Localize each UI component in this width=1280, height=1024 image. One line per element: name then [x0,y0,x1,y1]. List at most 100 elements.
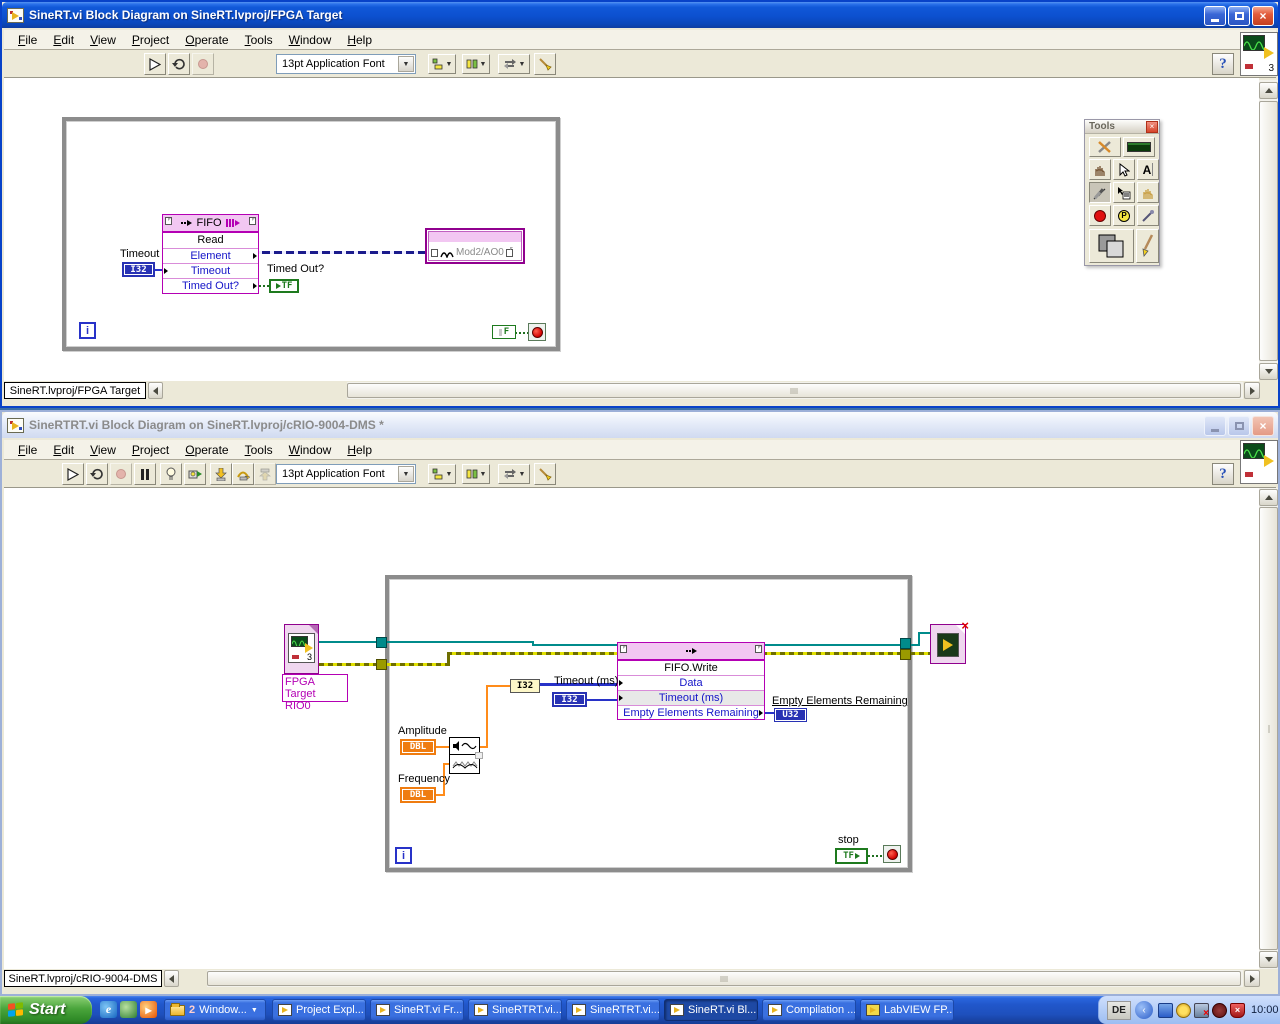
close-button[interactable]: × [1252,416,1274,436]
context-scroll-left-button[interactable] [148,382,163,399]
menu-operate[interactable]: Operate [177,441,236,459]
tray-gear-icon[interactable] [1176,1002,1191,1018]
open-fpga-vi-reference-node[interactable]: 3 [284,624,319,674]
menu-file[interactable]: File [10,441,45,459]
taskbar-button-sinertrt-1[interactable]: SineRTRT.vi... [468,999,562,1021]
distribute-objects-dropdown[interactable]: ▼ [462,54,490,74]
menu-project[interactable]: Project [124,441,177,459]
position-select-tool[interactable] [1113,159,1135,180]
timeout-control-label[interactable]: Timeout (ms) [554,675,618,687]
stop-control-terminal[interactable]: TF [835,848,868,864]
retain-wire-values-button[interactable] [184,463,206,485]
false-constant[interactable]: F [492,325,516,339]
scroll-up-button[interactable] [1259,82,1278,99]
to-i32-conversion-node[interactable]: I32 [510,679,540,693]
internet-explorer-icon[interactable]: e [100,1001,117,1018]
taskbar-button-sinert-front[interactable]: SineRT.vi Fr... [370,999,464,1021]
wire-stop-condition[interactable] [868,855,884,857]
distribute-objects-dropdown[interactable]: ▼ [462,464,490,484]
step-into-button[interactable] [210,463,232,485]
scroll-right-button[interactable] [1244,970,1260,987]
run-button[interactable] [62,463,84,485]
loop-tunnel-error[interactable] [376,659,387,670]
highlight-execution-button[interactable] [160,463,182,485]
iteration-terminal[interactable]: i [79,322,96,339]
start-button[interactable]: Start [0,996,92,1024]
timeout-control-label[interactable]: Timeout [120,248,159,260]
wire-fpga-reference[interactable] [918,632,920,646]
connect-wire-tool[interactable] [1089,182,1111,203]
frequency-control-terminal[interactable]: DBL [400,787,436,803]
abort-button[interactable] [192,53,214,75]
fpga-target-label[interactable]: FPGA Target RIO0 [282,674,348,712]
messenger-icon[interactable] [120,1001,137,1018]
language-indicator[interactable]: DE [1107,1000,1131,1020]
context-scroll-left-button[interactable] [164,970,179,987]
tray-security-shield-icon[interactable]: × [1230,1002,1245,1018]
wire-amplitude[interactable] [436,746,449,748]
paintbrush-tool[interactable] [1136,229,1159,263]
menu-window[interactable]: Window [281,441,340,459]
operate-value-tool[interactable] [1089,159,1111,180]
auto-tool-led-indicator[interactable] [1123,137,1155,157]
minimize-button[interactable] [1204,416,1226,436]
timeout-control-terminal[interactable]: I32 [122,262,155,277]
fifo-row-element[interactable]: Element [163,248,258,263]
fifo-write-invoke-node[interactable]: FIFO.Write Data Timeout (ms) Empty Eleme… [617,642,765,720]
menu-tools[interactable]: Tools [237,31,281,49]
taskbar-clock[interactable]: 10:00 [1251,1004,1279,1016]
fifo-row-read[interactable]: Read [163,232,258,248]
menu-project[interactable]: Project [124,31,177,49]
taskbar-button-compilation[interactable]: Compilation ... [762,999,856,1021]
invoke-row-empty-elements[interactable]: Empty Elements Remaining [618,705,764,720]
scroll-down-button[interactable] [1259,363,1278,380]
run-button[interactable] [144,53,166,75]
fpga-titlebar[interactable]: SineRT.vi Block Diagram on SineRT.lvproj… [2,2,1278,28]
timed-out-indicator-label[interactable]: Timed Out? [267,263,324,275]
invoke-row-title[interactable]: FIFO.Write [618,660,764,675]
maximize-button[interactable] [1228,416,1250,436]
sine-wave-generator-node[interactable] [449,737,483,774]
target-context-tab[interactable]: SineRT.lvproj/cRIO-9004-DMS [4,970,162,987]
font-selector[interactable]: 13pt Application Font ▼ [276,464,416,484]
menu-edit[interactable]: Edit [45,31,82,49]
shortcut-menu-tool[interactable] [1113,182,1135,203]
loop-tunnel-reference[interactable] [900,638,911,649]
menu-help[interactable]: Help [339,31,380,49]
breakpoint-tool[interactable] [1089,205,1111,226]
while-loop[interactable] [385,575,912,872]
rt-titlebar[interactable]: SineRTRT.vi Block Diagram on SineRT.lvpr… [2,412,1278,438]
pause-button[interactable] [134,463,156,485]
wire-error-cluster[interactable] [910,652,932,655]
menu-window[interactable]: Window [281,31,340,49]
amplitude-control-label[interactable]: Amplitude [398,725,447,737]
tray-blocked-icon[interactable] [1212,1002,1227,1018]
menu-tools[interactable]: Tools [237,441,281,459]
taskbar-button-sinert-block-diagram[interactable]: SineRT.vi Bl... [664,999,758,1021]
vertical-scrollbar-thumb[interactable] [1259,507,1278,950]
menu-help[interactable]: Help [339,441,380,459]
reorder-dropdown[interactable]: ▼ [498,54,530,74]
menu-operate[interactable]: Operate [177,31,236,49]
horizontal-scrollbar-thumb[interactable] [207,971,1241,986]
minimize-button[interactable] [1204,6,1226,26]
chevron-down-icon[interactable]: ▼ [398,466,414,482]
wire-fpga-reference[interactable] [319,641,532,643]
tray-network-icon[interactable] [1158,1002,1173,1018]
loop-condition-terminal[interactable] [883,845,901,863]
step-out-button[interactable] [254,463,276,485]
vi-icon-panel[interactable] [1240,440,1278,484]
loop-tunnel-error[interactable] [900,649,911,660]
help-button[interactable]: ? [1212,53,1234,75]
target-context-tab[interactable]: SineRT.lvproj/FPGA Target [4,382,146,399]
empty-elements-indicator-terminal[interactable]: U32 [774,708,807,722]
menu-edit[interactable]: Edit [45,441,82,459]
horizontal-scrollbar-thumb[interactable] [347,383,1241,398]
wire-sine-output[interactable] [486,685,512,687]
stop-control-label[interactable]: stop [838,834,859,846]
chevron-down-icon[interactable]: ▼ [398,56,414,72]
vertical-scrollbar-thumb[interactable] [1259,101,1278,361]
vi-icon-panel[interactable]: 3 [1240,32,1278,76]
cleanup-diagram-button[interactable] [534,463,556,485]
wire-stop-condition[interactable] [515,332,529,334]
